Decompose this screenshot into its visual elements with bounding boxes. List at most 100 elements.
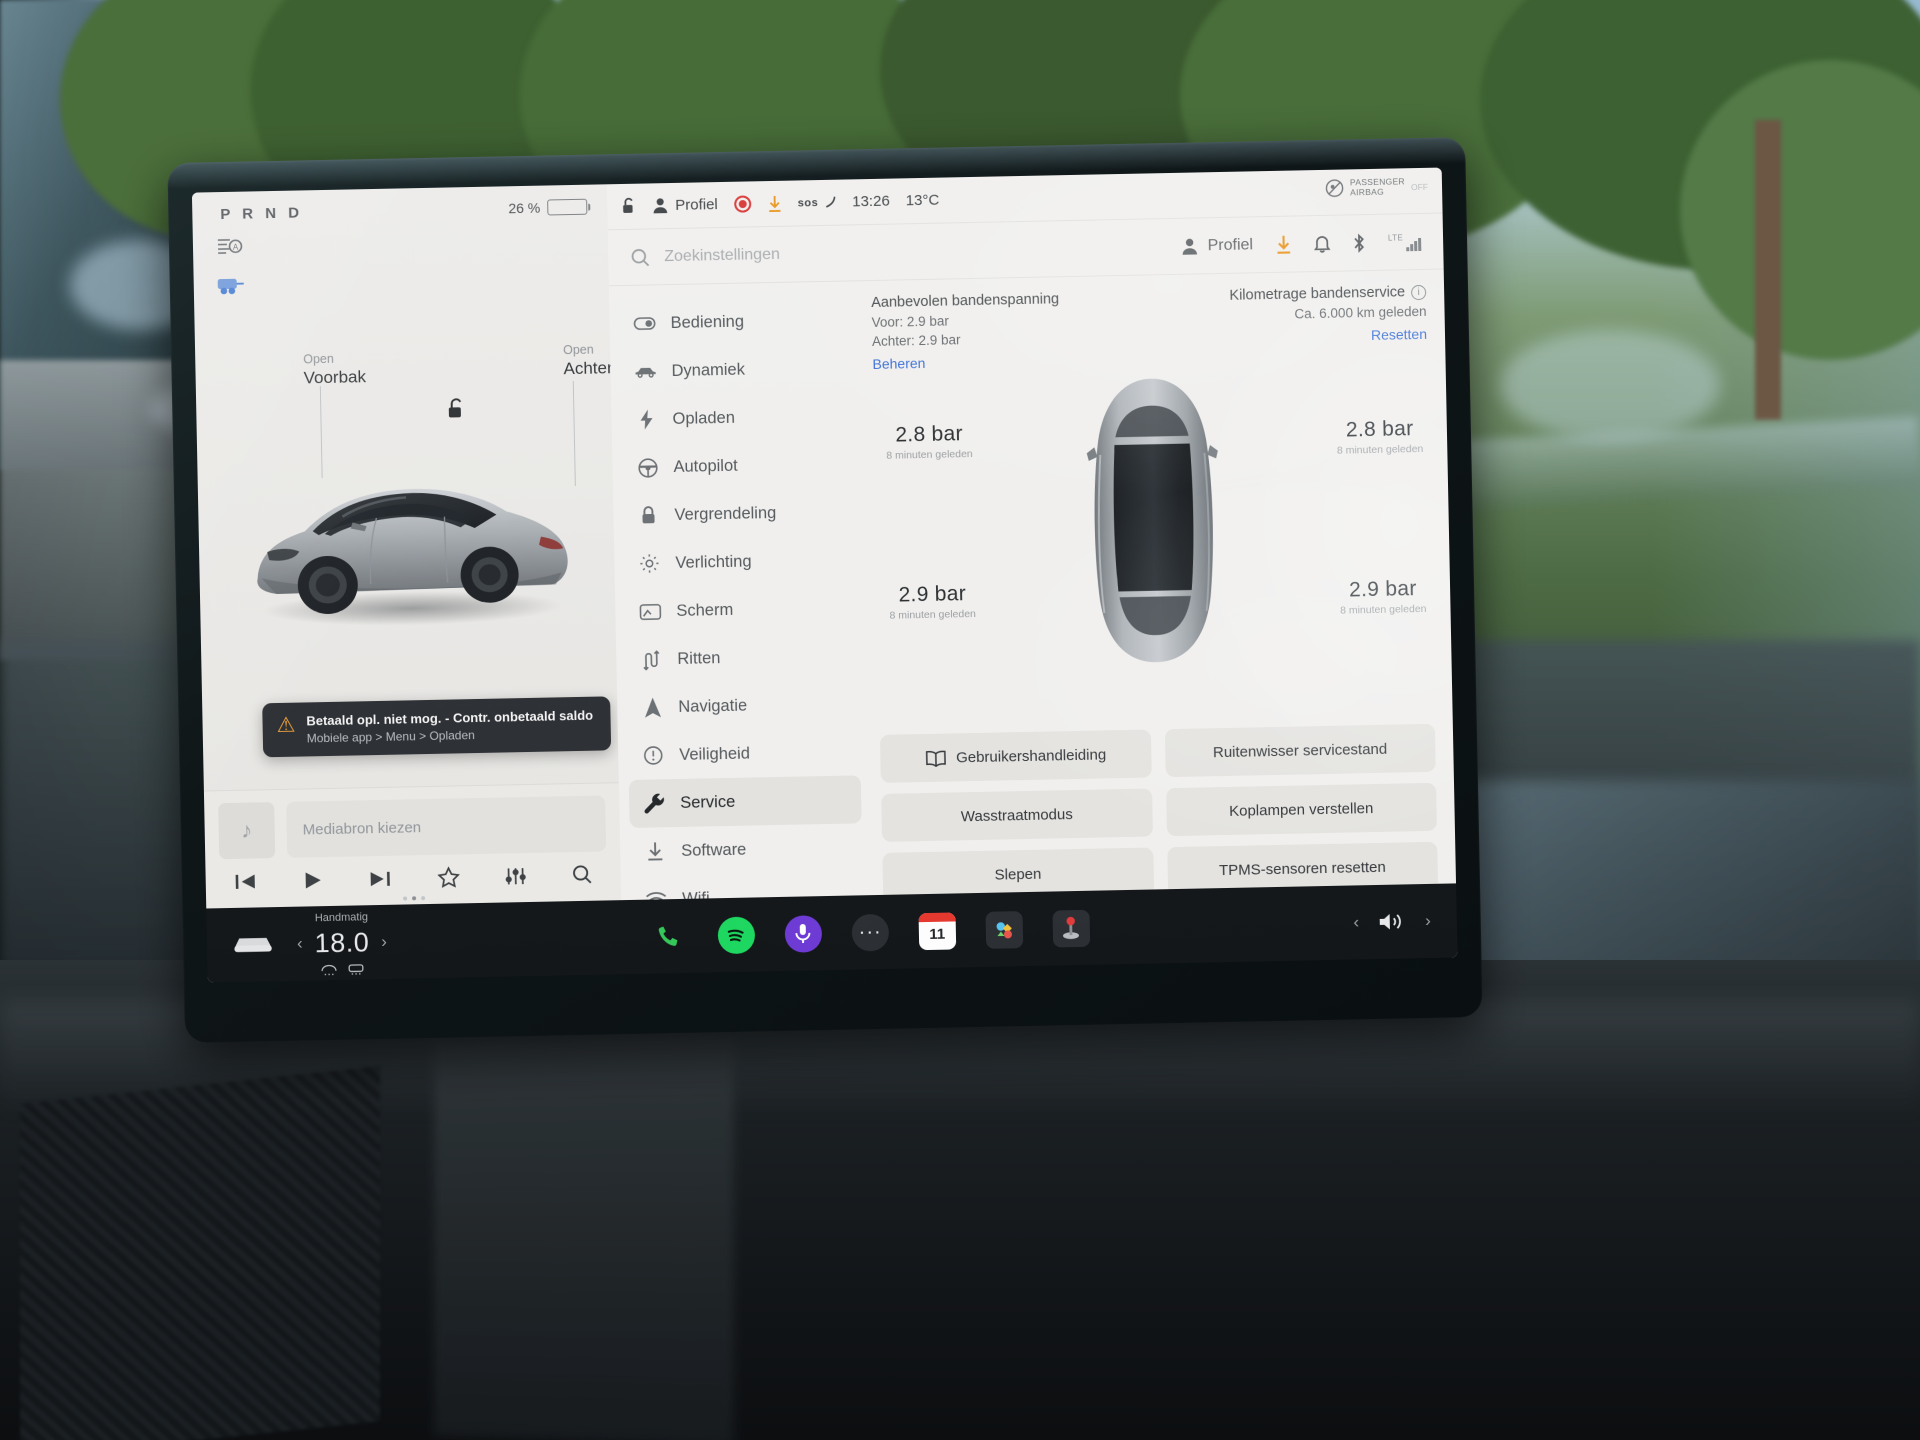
service-button-slepen[interactable]: Slepen (882, 847, 1154, 896)
passenger-airbag-off-icon (1325, 179, 1344, 198)
tire-rear-right: 2.9 bar 8 minuten geleden (1339, 577, 1427, 617)
alert-toast[interactable]: ⚠ Betaald opl. niet mog. - Contr. onbeta… (262, 696, 612, 758)
search-input[interactable] (664, 237, 1168, 266)
notification-bell-icon[interactable] (1313, 234, 1331, 253)
frunk-label: Voorbak (303, 366, 367, 388)
tire-front-left: 2.8 bar 8 minuten geleden (886, 422, 973, 462)
tire-pressure-diagram: 2.8 bar 8 minuten geleden 2.8 bar 8 minu… (873, 365, 1434, 676)
tire-front-left-value: 2.8 bar (895, 422, 964, 447)
sidebar-item-bediening[interactable]: Bediening (619, 295, 852, 348)
manage-pressure-link[interactable]: Beheren (872, 352, 1060, 372)
service-button-label: Slepen (994, 865, 1042, 884)
light-bokeh (1500, 330, 1720, 440)
climate-temperature-control[interactable]: Handmatig ‹ 18.0 › (297, 911, 388, 975)
play-icon[interactable] (303, 870, 323, 890)
screen-surface[interactable]: P R N D A 26 % Open Voorbak Open Achterb… (191, 167, 1458, 983)
rear-defrost-icon[interactable] (347, 963, 364, 975)
voice-app[interactable] (784, 914, 823, 953)
open-frunk-callout[interactable]: Open Voorbak (303, 351, 366, 388)
sidebar-item-label: Opladen (672, 408, 736, 428)
info-icon[interactable]: i (1411, 284, 1427, 301)
sidebar-item-navigatie[interactable]: Navigatie (627, 679, 860, 732)
sidebar-item-opladen[interactable]: Opladen (621, 391, 854, 444)
sidebar-item-label: Ritten (677, 648, 721, 668)
temperature-value: 13°C (905, 191, 940, 210)
tire-rear-left-value: 2.9 bar (898, 582, 967, 607)
sidebar-item-ritten[interactable]: Ritten (626, 631, 859, 684)
settings-nav-list[interactable]: Bediening Dynamiek Opladen Autopilot Vergren… (609, 281, 873, 901)
calendar-app[interactable]: 11 (918, 911, 957, 950)
statusbar-unlock[interactable] (621, 197, 636, 216)
sidebar-item-software[interactable]: Software (630, 823, 863, 876)
media-source-placeholder: Mediabron kiezen (302, 818, 422, 839)
sos-button[interactable]: sos (798, 196, 837, 210)
media-source-selector[interactable]: Mediabron kiezen (286, 795, 607, 858)
more-apps[interactable]: ··· (851, 913, 890, 952)
speaker-icon[interactable] (1377, 909, 1407, 934)
climate-temperature-value: 18.0 (314, 926, 370, 958)
frunk-open-label: Open (303, 351, 334, 367)
unlocked-padlock-icon[interactable] (446, 397, 466, 421)
volume-control[interactable]: ‹ › (1353, 909, 1431, 935)
service-button-koplampen-verstellen[interactable]: Koplampen verstellen (1165, 782, 1437, 837)
person-icon (652, 197, 668, 214)
media-player[interactable]: ♪ Mediabron kiezen (203, 782, 622, 909)
sidebar-item-service[interactable]: Service (628, 775, 862, 828)
service-button-gebruikershandleiding[interactable]: Gebruikershandleiding (879, 729, 1152, 783)
tire-rear-left: 2.9 bar 8 minuten geleden (889, 582, 976, 622)
clock[interactable]: 13:26 (852, 193, 890, 211)
chevron-left-icon[interactable]: ‹ (1353, 912, 1359, 932)
phone-app[interactable] (650, 917, 688, 955)
display-icon (639, 603, 662, 620)
service-button-label: Koplampen verstellen (1228, 799, 1374, 820)
sidebar-item-label: Veiligheid (679, 744, 751, 764)
outside-temperature: 13°C (906, 192, 940, 210)
software-download-icon[interactable] (1275, 234, 1292, 254)
sidebar-item-verlichting[interactable]: Verlichting (624, 535, 857, 588)
search-icon[interactable] (571, 864, 592, 885)
spotify-app[interactable] (717, 915, 756, 954)
chevron-right-icon[interactable]: › (1425, 911, 1431, 931)
service-actions[interactable]: Gebruikershandleiding Ruitenwisser servic… (879, 723, 1439, 896)
warning-triangle-icon: ⚠ (276, 713, 296, 738)
bluetooth-icon[interactable] (1352, 233, 1366, 253)
next-icon[interactable] (368, 868, 392, 888)
service-button-label: Wasstraatmodus (960, 805, 1073, 825)
searchbar-profile-button[interactable]: Profiel (1181, 236, 1253, 255)
sidebar-item-label: Software (681, 840, 747, 860)
software-download-icon[interactable] (767, 194, 782, 212)
tire-service-mileage-block: Kilometrage bandenservice i Ca. 6.000 km … (1229, 284, 1427, 346)
chevron-right-icon[interactable]: › (381, 932, 387, 952)
equalizer-icon[interactable] (504, 866, 526, 886)
app-launcher-row[interactable]: ··· 11 (387, 904, 1354, 960)
favorite-star-icon[interactable] (437, 866, 460, 888)
sidebar-item-vergrendeling[interactable]: Vergrendeling (623, 487, 856, 540)
toybox-app[interactable] (985, 910, 1023, 949)
statusbar-profile[interactable]: Profiel (652, 196, 718, 214)
sidebar-item-dynamiek[interactable]: Dynamiek (620, 343, 853, 396)
service-button-label: Gebruikershandleiding (955, 745, 1107, 766)
vehicle-visualization[interactable]: Open Voorbak Open Achterbak ⚠ Betaald op… (192, 184, 644, 790)
statusbar-profile-label: Profiel (675, 196, 718, 214)
padlock-icon (637, 505, 659, 525)
previous-icon[interactable] (234, 871, 258, 891)
touchscreen-display[interactable]: P R N D A 26 % Open Voorbak Open Achterb… (167, 137, 1483, 1043)
navigation-arrow-icon (641, 697, 663, 718)
service-button-ruitenwisser-servicestand[interactable]: Ruitenwisser servicestand (1164, 723, 1436, 778)
recommended-pressure-front: Voor: 2.9 bar (871, 313, 950, 331)
service-button-wasstraatmodus[interactable]: Wasstraatmodus (881, 788, 1153, 842)
sidebar-item-veiligheid[interactable]: Veiligheid (628, 727, 861, 780)
front-defrost-icon[interactable] (320, 963, 337, 975)
sos-label: sos (797, 196, 819, 209)
chevron-left-icon[interactable]: ‹ (297, 934, 303, 954)
music-note-icon[interactable]: ♪ (218, 802, 276, 860)
sidebar-item-scherm[interactable]: Scherm (625, 583, 858, 636)
arcade-app[interactable] (1052, 909, 1090, 947)
reset-mileage-link[interactable]: Resetten (1230, 326, 1427, 346)
dashcam-record-icon[interactable] (733, 195, 751, 213)
sidebar-item-autopilot[interactable]: Autopilot (622, 439, 855, 492)
car-front-icon[interactable] (233, 932, 273, 957)
drive-panel: P R N D A 26 % Open Voorbak Open Achterb… (191, 184, 644, 909)
tire-front-right: 2.8 bar 8 minuten geleden (1336, 417, 1424, 457)
calendar-day-number: 11 (929, 925, 946, 943)
